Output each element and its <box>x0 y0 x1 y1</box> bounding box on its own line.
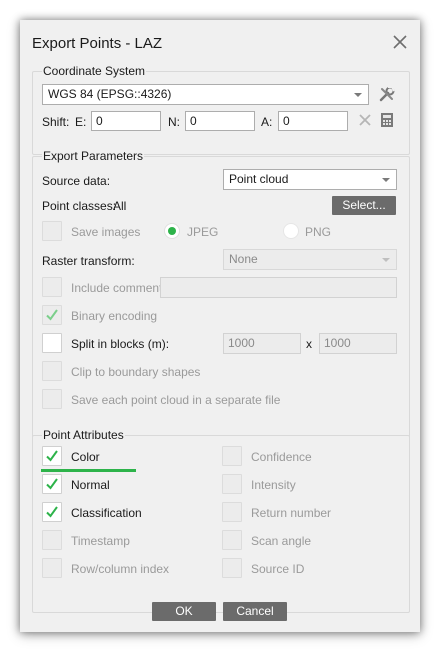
export-points-dialog: Export Points - LAZ Coordinate System WG… <box>20 20 420 632</box>
shift-label: Shift: <box>42 115 70 129</box>
raster-transform-label: Raster transform: <box>42 254 135 268</box>
split-blocks-checkbox[interactable] <box>42 333 62 353</box>
attribute-label: Intensity <box>251 478 296 492</box>
export-parameters-label: Export Parameters <box>42 149 145 163</box>
block-separator: x <box>306 337 312 351</box>
point-classes-value: All <box>113 199 127 213</box>
attribute-checkbox-confidence[interactable] <box>222 446 242 466</box>
binary-encoding-checkbox[interactable] <box>42 305 62 325</box>
crs-value: WGS 84 (EPSG::4326) <box>48 87 172 101</box>
shift-e-input[interactable]: 0 <box>91 111 161 131</box>
select-classes-button[interactable]: Select... <box>332 196 396 215</box>
shift-n-input[interactable]: 0 <box>185 111 255 131</box>
block-y-input[interactable]: 1000 <box>319 333 397 354</box>
calculator-icon[interactable] <box>380 112 394 128</box>
n-label: N: <box>168 115 180 129</box>
a-label: A: <box>261 115 273 129</box>
source-data-select[interactable]: Point cloud <box>223 169 397 190</box>
attribute-checkbox-color[interactable] <box>42 446 62 466</box>
clear-icon[interactable] <box>358 113 372 127</box>
block-x-input[interactable]: 1000 <box>223 333 301 354</box>
attribute-label: Classification <box>71 506 142 520</box>
coordinate-system-group: Coordinate System WGS 84 (EPSG::4326) Sh… <box>32 64 410 155</box>
attribute-checkbox-timestamp[interactable] <box>42 530 62 550</box>
split-blocks-label: Split in blocks (m): <box>71 337 170 351</box>
attribute-checkbox-return-number[interactable] <box>222 502 242 522</box>
clip-boundary-label: Clip to boundary shapes <box>71 365 201 379</box>
jpeg-radio[interactable] <box>164 223 180 239</box>
checkmark-icon <box>46 309 58 321</box>
attribute-label: Timestamp <box>71 534 130 548</box>
chevron-down-icon <box>354 93 362 97</box>
checkmark-icon <box>46 450 58 462</box>
crs-select[interactable]: WGS 84 (EPSG::4326) <box>42 84 369 105</box>
attribute-label: Source ID <box>251 562 305 576</box>
source-data-value: Point cloud <box>229 172 289 186</box>
attribute-label: Scan angle <box>251 534 312 548</box>
shift-a-input[interactable]: 0 <box>278 111 348 131</box>
source-data-label: Source data: <box>42 174 111 188</box>
dialog-title: Export Points - LAZ <box>32 35 163 52</box>
jpeg-label: JPEG <box>187 225 219 239</box>
raster-transform-select[interactable]: None <box>223 249 397 270</box>
settings-icon[interactable] <box>378 85 396 103</box>
e-label: E: <box>75 115 87 129</box>
attribute-label: Color <box>71 450 100 464</box>
attribute-checkbox-row-column-index[interactable] <box>42 558 62 578</box>
binary-encoding-label: Binary encoding <box>71 309 158 323</box>
clip-boundary-checkbox[interactable] <box>42 361 62 381</box>
point-attributes-group: Point Attributes Color Normal Classificati… <box>32 428 410 613</box>
attribute-checkbox-scan-angle[interactable] <box>222 530 242 550</box>
chevron-down-icon <box>382 178 390 182</box>
attribute-checkbox-intensity[interactable] <box>222 474 242 494</box>
include-comment-label: Include comment <box>71 281 163 295</box>
attribute-checkbox-classification[interactable] <box>42 502 62 522</box>
cancel-button[interactable]: Cancel <box>223 602 287 621</box>
raster-transform-value: None <box>229 252 258 266</box>
coordinate-system-label: Coordinate System <box>42 64 147 78</box>
focus-underline <box>41 469 136 472</box>
checkmark-icon <box>46 478 58 490</box>
comment-input[interactable] <box>160 277 397 298</box>
ok-button[interactable]: OK <box>152 602 216 621</box>
attribute-checkbox-normal[interactable] <box>42 474 62 494</box>
attribute-checkbox-source-id[interactable] <box>222 558 242 578</box>
chevron-down-icon <box>382 258 390 262</box>
png-label: PNG <box>305 225 332 239</box>
attribute-label: Confidence <box>251 450 312 464</box>
separate-file-label: Save each point cloud in a separate file <box>71 393 281 407</box>
point-classes-label: Point classes: <box>42 199 117 213</box>
attribute-label: Row/column index <box>71 562 170 576</box>
attribute-label: Normal <box>71 478 110 492</box>
export-parameters-group: Export Parameters Source data: Point clo… <box>32 149 410 442</box>
save-images-checkbox[interactable] <box>42 221 62 241</box>
point-attributes-label: Point Attributes <box>42 428 125 442</box>
include-comment-checkbox[interactable] <box>42 277 62 297</box>
checkmark-icon <box>46 506 58 518</box>
save-images-label: Save images <box>71 225 141 239</box>
png-radio[interactable] <box>283 223 299 239</box>
attribute-label: Return number <box>251 506 332 520</box>
separate-file-checkbox[interactable] <box>42 389 62 409</box>
close-icon[interactable] <box>392 34 408 50</box>
